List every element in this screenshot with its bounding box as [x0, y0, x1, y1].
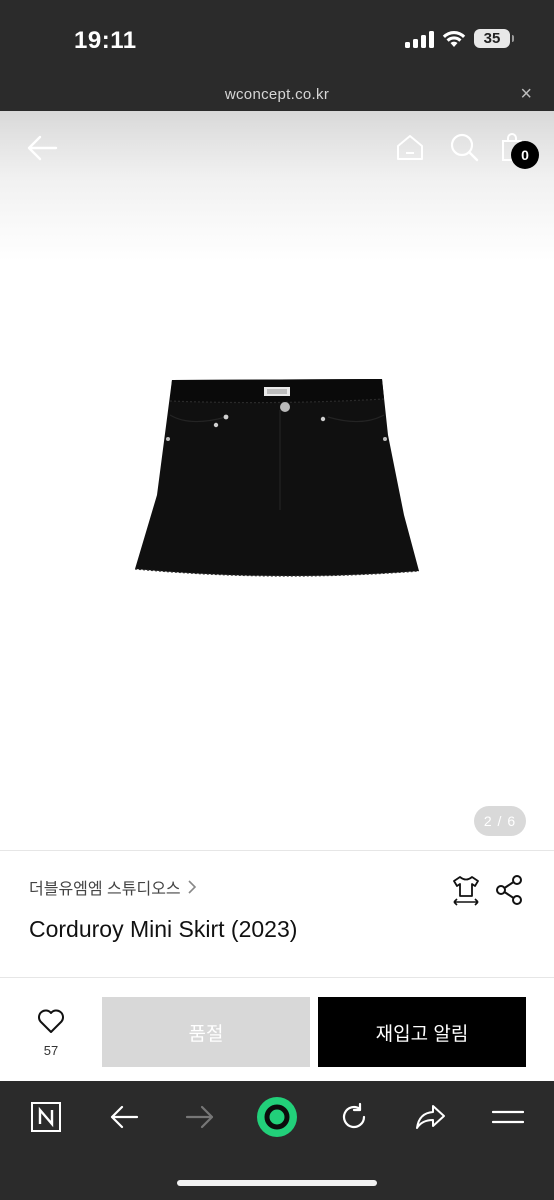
share-icon[interactable] [494, 874, 524, 906]
product-image[interactable] [130, 375, 424, 585]
heart-icon [38, 1009, 64, 1033]
url-bar[interactable]: wconcept.co.kr × [0, 80, 554, 111]
home-icon [397, 135, 423, 160]
brand-link[interactable]: 더블유엠엠 스튜디오스 [29, 875, 197, 899]
search-icon [450, 133, 479, 162]
soldout-button: 품절 [102, 997, 310, 1067]
wifi-icon [442, 30, 466, 47]
share-page-button[interactable] [412, 1096, 448, 1138]
size-guide-icon[interactable] [450, 874, 482, 906]
cart-count-badge: 0 [511, 141, 539, 169]
browser-forward-button [182, 1096, 218, 1138]
battery-level: 35 [483, 30, 501, 47]
close-icon[interactable]: × [520, 83, 532, 106]
like-count: 57 [43, 1043, 59, 1058]
naver-home-button[interactable] [28, 1096, 64, 1138]
divider [0, 850, 554, 851]
forward-arrow-icon [185, 1105, 214, 1129]
naver-n-icon [31, 1102, 61, 1132]
status-icons: 35 [405, 29, 514, 48]
gallery-page-indicator: 2 / 6 [474, 806, 526, 836]
menu-icon [492, 1110, 524, 1124]
search-button[interactable] [447, 130, 481, 164]
reload-icon [342, 1102, 366, 1129]
forward-share-icon [416, 1105, 445, 1129]
status-time: 19:11 [74, 27, 137, 54]
browser-back-button[interactable] [106, 1096, 142, 1138]
like-button[interactable]: 57 [30, 1008, 72, 1060]
back-arrow-icon [110, 1105, 139, 1129]
home-button[interactable] [393, 130, 427, 164]
home-indicator[interactable] [177, 1180, 377, 1186]
restock-alert-button[interactable]: 재입고 알림 [318, 997, 526, 1067]
menu-button[interactable] [490, 1096, 526, 1138]
url-text[interactable]: wconcept.co.kr [0, 86, 554, 103]
battery-icon: 35 [474, 29, 514, 48]
cellular-signal-icon [405, 30, 434, 48]
chevron-right-icon [188, 880, 196, 894]
back-button[interactable] [24, 130, 60, 166]
back-arrow-icon [27, 135, 58, 161]
status-bar: 19:11 35 [0, 0, 554, 80]
divider [0, 977, 554, 978]
green-dot-icon [257, 1097, 297, 1137]
product-title: Corduroy Mini Skirt (2023) [29, 916, 298, 942]
reload-button[interactable] [336, 1096, 372, 1138]
brand-name[interactable]: 더블유엠엠 스튜디오스 [29, 875, 181, 899]
green-dot-button[interactable] [254, 1096, 300, 1138]
